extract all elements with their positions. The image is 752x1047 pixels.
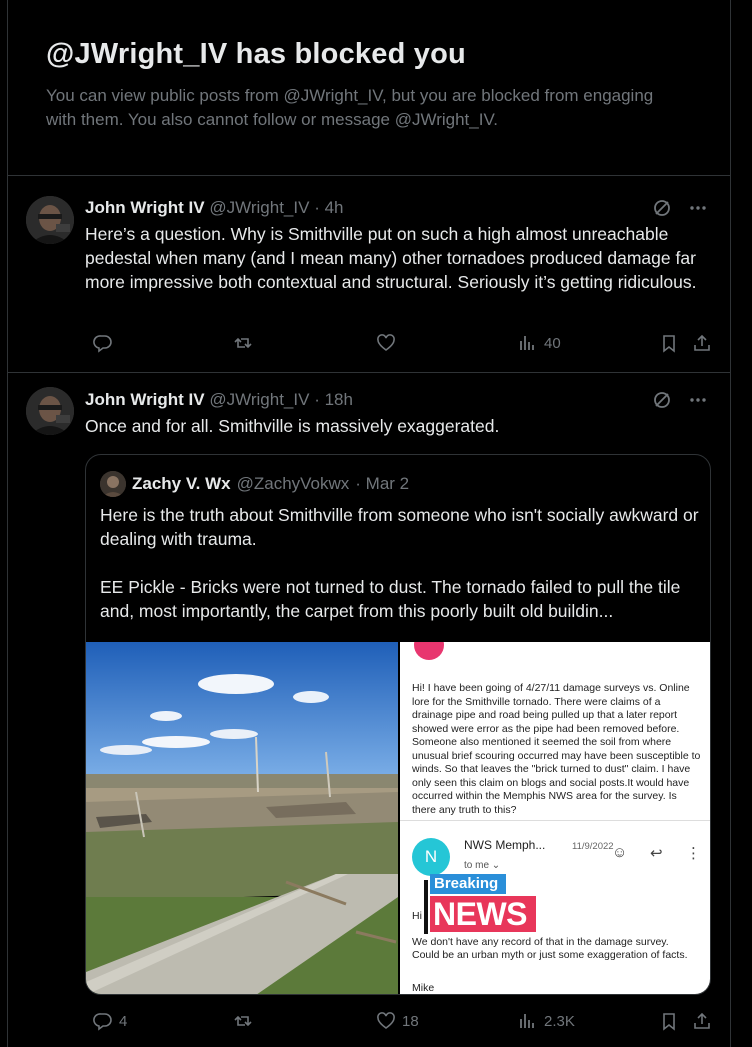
quote-avatar[interactable] bbox=[100, 471, 126, 497]
author-name[interactable]: John Wright IV bbox=[85, 198, 205, 217]
reply-count: 4 bbox=[119, 1012, 128, 1030]
email-question: Hi! I have been going of 4/27/11 damage … bbox=[412, 682, 701, 816]
tweet-header: John Wright IV @JWright_IV · 4h bbox=[85, 197, 343, 219]
heart-icon bbox=[377, 334, 395, 351]
tweet-time[interactable]: · 4h bbox=[314, 198, 343, 217]
like-button[interactable]: 18 bbox=[376, 1011, 419, 1031]
repost-icon bbox=[234, 337, 252, 349]
email-to: to me ⌄ bbox=[464, 860, 501, 871]
email-to-label: to me bbox=[464, 860, 490, 871]
email-greeting: Hi bbox=[412, 910, 422, 922]
heart-icon bbox=[377, 1012, 395, 1029]
kebab-icon: ⋮ bbox=[686, 845, 701, 862]
bookmark-icon bbox=[663, 335, 675, 353]
share-icon bbox=[694, 1012, 710, 1029]
email-from: NWS Memph... bbox=[464, 838, 546, 852]
quoted-tweet[interactable]: Zachy V. Wx @ZachyVokwx · Mar 2 Here is … bbox=[85, 454, 711, 995]
tweet-time[interactable]: · 18h bbox=[314, 390, 353, 409]
timeline-column: @JWright_IV has blocked you You can view… bbox=[7, 0, 731, 1047]
author-handle[interactable]: @JWright_IV bbox=[209, 198, 309, 217]
quote-author-name[interactable]: Zachy V. Wx bbox=[132, 473, 231, 495]
views-button[interactable]: 2.3K bbox=[518, 1011, 575, 1031]
views-count: 2.3K bbox=[544, 1012, 575, 1030]
emoji-icon: ☺ bbox=[612, 844, 628, 861]
tweet[interactable]: John Wright IV @JWright_IV · 4h Here’s a… bbox=[8, 176, 730, 373]
avatar[interactable] bbox=[26, 387, 74, 435]
overlay-bar bbox=[424, 880, 428, 934]
reply-arrow-icon: ↩ bbox=[650, 845, 663, 862]
quote-time[interactable]: · Mar 2 bbox=[355, 473, 409, 495]
tornado-damage-photo[interactable] bbox=[86, 642, 398, 994]
quote-text: Here is the truth about Smithville from … bbox=[100, 505, 699, 621]
repost-button[interactable] bbox=[233, 1011, 259, 1031]
views-button[interactable]: 40 bbox=[518, 333, 561, 353]
news-label: NEWS bbox=[430, 896, 536, 932]
tweet-top-icons bbox=[652, 390, 708, 410]
email-signoff: Mike bbox=[412, 982, 435, 994]
email-reply: We don't have any record of that in the … bbox=[412, 936, 688, 961]
bookmark-button[interactable] bbox=[659, 333, 679, 353]
grok-icon[interactable] bbox=[652, 198, 672, 218]
share-button[interactable] bbox=[692, 1011, 712, 1031]
views-count: 40 bbox=[544, 334, 561, 352]
nws-avatar: N bbox=[412, 838, 450, 876]
reply-button[interactable]: 4 bbox=[93, 1011, 127, 1031]
sender-avatar bbox=[414, 642, 444, 660]
author-handle[interactable]: @JWright_IV bbox=[209, 390, 309, 409]
reply-icon bbox=[93, 1013, 112, 1031]
like-count: 18 bbox=[402, 1012, 419, 1030]
tweet-actions: 40 bbox=[85, 333, 715, 357]
views-icon bbox=[520, 1014, 534, 1028]
breaking-label: Breaking bbox=[430, 874, 506, 894]
views-icon bbox=[520, 336, 534, 350]
quote-header: Zachy V. Wx @ZachyVokwx · Mar 2 bbox=[100, 471, 409, 497]
more-icon[interactable] bbox=[688, 390, 708, 410]
blocked-message: You can view public posts from @JWright_… bbox=[46, 86, 654, 129]
share-button[interactable] bbox=[692, 333, 712, 353]
grok-icon[interactable] bbox=[652, 390, 672, 410]
author-name[interactable]: John Wright IV bbox=[85, 390, 205, 409]
like-button[interactable] bbox=[376, 333, 402, 353]
bookmark-button[interactable] bbox=[659, 1011, 679, 1031]
bookmark-icon bbox=[663, 1013, 675, 1031]
tweet-top-icons bbox=[652, 198, 708, 218]
blocked-banner: @JWright_IV has blocked you You can view… bbox=[8, 0, 730, 176]
blocked-title: @JWright_IV has blocked you bbox=[46, 38, 466, 70]
repost-button[interactable] bbox=[233, 333, 259, 353]
more-icon[interactable] bbox=[688, 198, 708, 218]
quote-media[interactable]: Hi! I have been going of 4/27/11 damage … bbox=[86, 642, 710, 994]
tweet-text: Once and for all. Smithville is massivel… bbox=[85, 416, 500, 436]
share-icon bbox=[694, 334, 710, 351]
tweet-actions: 4 18 2.3K bbox=[85, 1011, 715, 1035]
email-screenshot[interactable]: Hi! I have been going of 4/27/11 damage … bbox=[400, 642, 710, 994]
repost-icon bbox=[234, 1015, 252, 1027]
reply-button[interactable] bbox=[93, 333, 119, 353]
divider bbox=[400, 820, 710, 821]
email-date: 11/9/2022 bbox=[572, 841, 614, 852]
avatar[interactable] bbox=[26, 196, 74, 244]
reply-icon bbox=[93, 335, 112, 353]
tweet-header: John Wright IV @JWright_IV · 18h bbox=[85, 389, 353, 411]
tweet-text: Here’s a question. Why is Smithville put… bbox=[85, 224, 697, 292]
quote-author-handle[interactable]: @ZachyVokwx bbox=[237, 473, 350, 495]
